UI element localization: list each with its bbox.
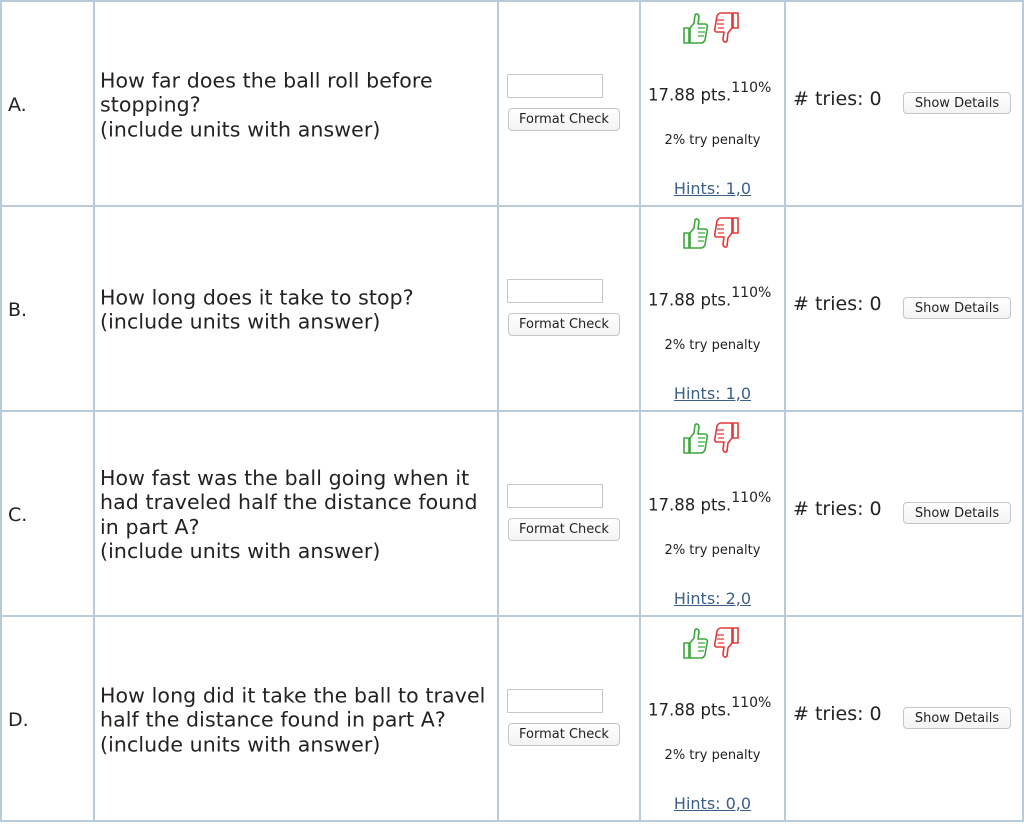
thumbs-down-icon[interactable] [713,215,741,251]
rating-icons [681,625,745,663]
thumbs-up-icon[interactable] [681,10,709,46]
question-line: half the distance found in part A? [100,707,446,732]
try-penalty: 2% try penalty [664,338,761,353]
points-text: 17.88 pts. [648,700,732,720]
question-cell: How fast was the ball going when it had t… [95,412,497,617]
part-letter: B. [8,298,28,321]
question-text: How far does the ball roll before stoppin… [100,68,493,142]
show-details-button[interactable]: Show Details [903,502,1011,524]
score-cell: 17.88 pts.110% 2% try penalty Hints: 2,0 [641,412,784,617]
answer-cell: Format Check [499,207,639,412]
points-value: 17.88 pts.110% [648,285,772,310]
question-row: B. How long does it take to stop? (includ… [0,207,1024,412]
thumbs-down-icon[interactable] [713,625,741,661]
show-details-button[interactable]: Show Details [903,297,1011,319]
format-check-button[interactable]: Format Check [508,723,620,746]
points-value: 17.88 pts.110% [648,490,772,515]
answer-input[interactable] [507,279,603,303]
format-check-button[interactable]: Format Check [508,518,620,541]
question-cell: How long did it take the ball to travel h… [95,617,497,822]
thumbs-up-icon[interactable] [681,215,709,251]
rating-icons [681,10,745,48]
question-line: (include units with answer) [100,309,381,334]
question-text: How long did it take the ball to travel h… [100,683,493,757]
points-text: 17.88 pts. [648,290,732,310]
question-line: (include units with answer) [100,731,381,756]
try-penalty: 2% try penalty [664,133,761,148]
question-text: How fast was the ball going when it had t… [100,466,493,564]
points-percent: 110% [731,80,772,96]
answer-cell: Format Check [499,2,639,207]
question-line: in part A? [100,514,200,539]
points-value: 17.88 pts.110% [648,80,772,105]
question-row: A. How far does the ball roll before stop… [0,2,1024,207]
thumbs-up-icon[interactable] [681,625,709,661]
tries-cell: # tries: 0 Show Details [786,412,1022,617]
part-label-cell: D. [0,617,93,822]
tries-count: # tries: 0 [793,293,882,315]
question-row: C. How fast was the ball going when it ha… [0,412,1024,617]
try-penalty: 2% try penalty [664,748,761,763]
question-line: stopping? [100,92,201,117]
hints-link[interactable]: Hints: 2,0 [641,589,784,608]
tries-count: # tries: 0 [793,88,882,110]
question-table: A. How far does the ball roll before stop… [0,0,1024,825]
hints-link[interactable]: Hints: 1,0 [641,384,784,403]
part-label-cell: A. [0,2,93,207]
answer-input[interactable] [507,74,603,98]
hints-link[interactable]: Hints: 0,0 [641,794,784,813]
part-letter: A. [8,93,27,116]
tries-count: # tries: 0 [793,703,882,725]
score-cell: 17.88 pts.110% 2% try penalty Hints: 0,0 [641,617,784,822]
question-line: How long does it take to stop? [100,285,414,309]
thumbs-down-icon[interactable] [713,10,741,46]
points-percent: 110% [731,490,772,506]
format-check-button[interactable]: Format Check [508,313,620,336]
question-line: (include units with answer) [100,539,381,563]
tries-cell: # tries: 0 Show Details [786,2,1022,207]
question-cell: How far does the ball roll before stoppin… [95,2,497,207]
points-percent: 110% [731,285,772,301]
thumbs-up-icon[interactable] [681,420,709,456]
question-row: D. How long did it take the ball to trav… [0,617,1024,822]
question-line: How fast was the ball going when it [100,465,470,490]
show-details-button[interactable]: Show Details [903,707,1011,729]
points-value: 17.88 pts.110% [648,695,772,720]
question-text: How long does it take to stop? (include u… [100,285,493,334]
score-cell: 17.88 pts.110% 2% try penalty Hints: 1,0 [641,2,784,207]
question-cell: How long does it take to stop? (include u… [95,207,497,412]
points-text: 17.88 pts. [648,85,732,105]
answer-input[interactable] [507,689,603,713]
part-letter: D. [8,708,29,731]
part-letter: C. [8,503,28,526]
answer-cell: Format Check [499,412,639,617]
tries-cell: # tries: 0 Show Details [786,207,1022,412]
part-label-cell: B. [0,207,93,412]
tries-count: # tries: 0 [793,498,882,520]
try-penalty: 2% try penalty [664,543,761,558]
show-details-button[interactable]: Show Details [903,92,1011,114]
question-line: How long did it take the ball to travel [100,682,486,707]
tries-cell: # tries: 0 Show Details [786,617,1022,822]
hints-link[interactable]: Hints: 1,0 [641,179,784,198]
points-text: 17.88 pts. [648,495,732,515]
question-line: had traveled half the distance found [100,490,478,514]
part-label-cell: C. [0,412,93,617]
question-line: (include units with answer) [100,116,381,141]
rating-icons [681,215,745,253]
format-check-button[interactable]: Format Check [508,108,620,131]
answer-cell: Format Check [499,617,639,822]
answer-input[interactable] [507,484,603,508]
score-cell: 17.88 pts.110% 2% try penalty Hints: 1,0 [641,207,784,412]
question-line: How far does the ball roll before [100,67,433,92]
points-percent: 110% [731,695,772,711]
rating-icons [681,420,745,458]
thumbs-down-icon[interactable] [713,420,741,456]
